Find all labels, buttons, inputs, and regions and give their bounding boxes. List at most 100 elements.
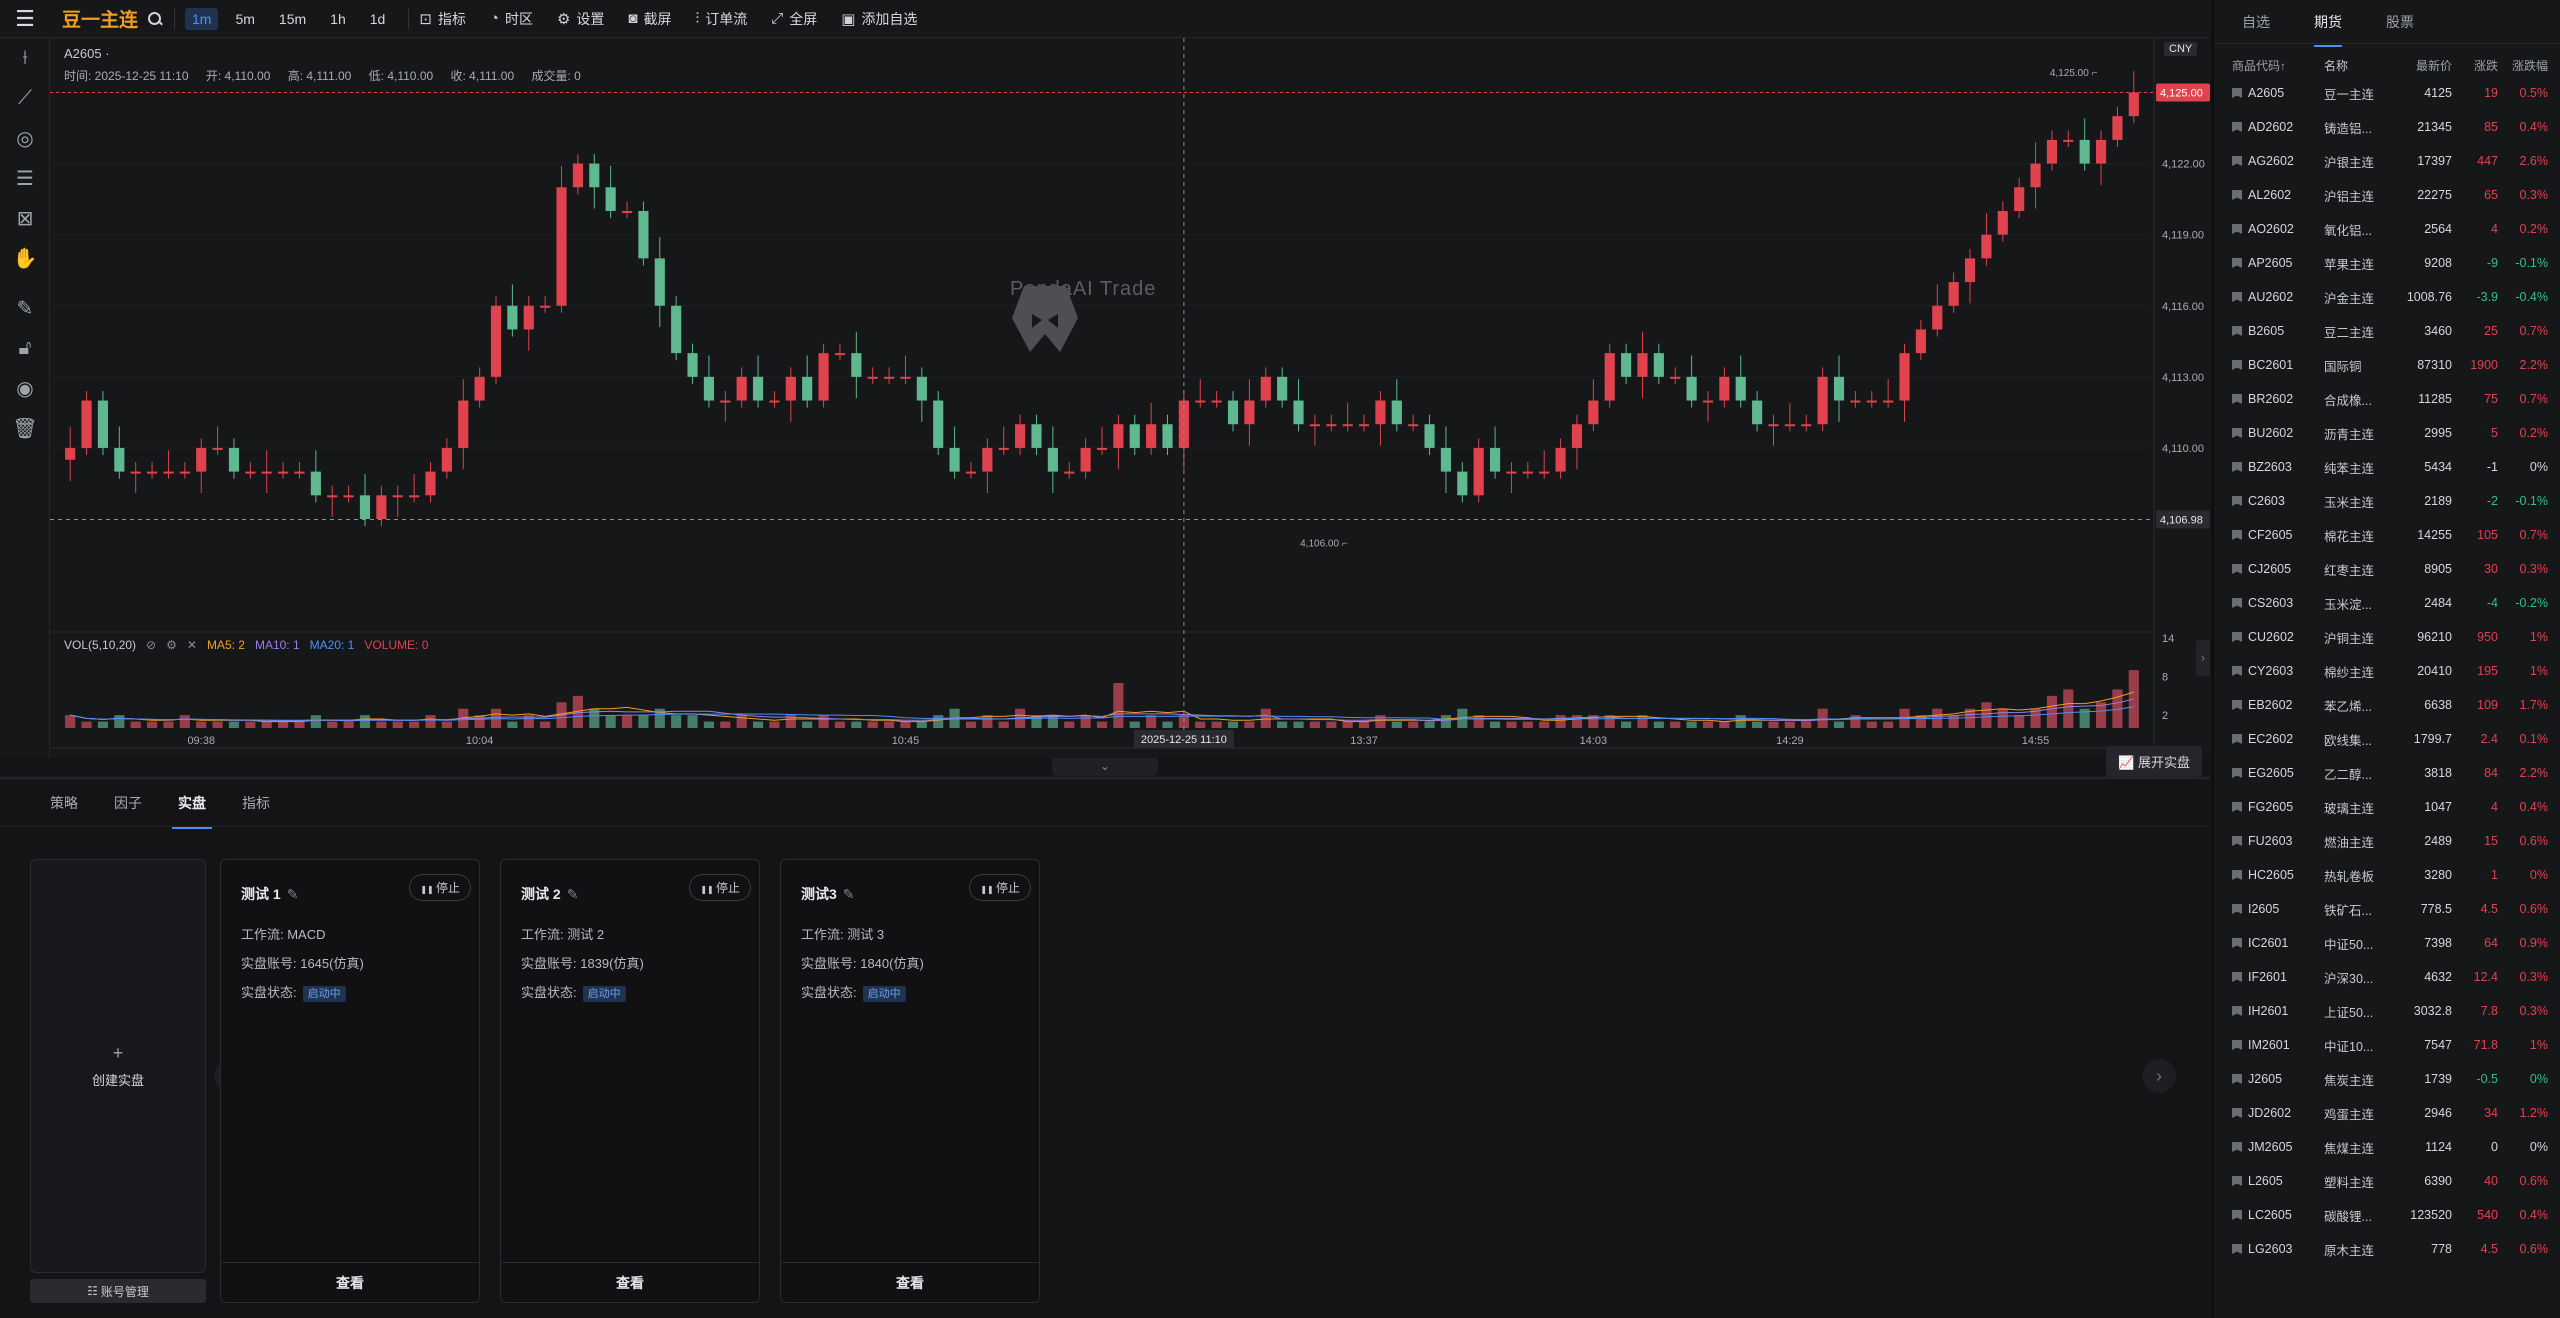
timeframe-5m[interactable]: 5m xyxy=(228,8,261,30)
view-button[interactable]: 查看 xyxy=(781,1262,1039,1302)
bookmark-icon[interactable] xyxy=(2232,496,2242,506)
price-chart[interactable]: 4,110.00 4,113.00 4,116.00 4,119.00 4,122.00… xyxy=(50,38,2210,777)
stop-button[interactable]: ❚❚ 停止 xyxy=(409,874,471,901)
watchlist-row[interactable]: BR2602 合成橡... 11285 75 0.7% xyxy=(2214,382,2560,416)
bookmark-icon[interactable] xyxy=(2232,836,2242,846)
bookmark-icon[interactable] xyxy=(2232,224,2242,234)
bookmark-icon[interactable] xyxy=(2232,360,2242,370)
watchlist-row[interactable]: BZ2603 纯苯主连 5434 -1 0% xyxy=(2214,450,2560,484)
lock-icon[interactable]: 🔓︎ xyxy=(0,328,50,368)
watchlist-row[interactable]: JD2602 鸡蛋主连 2946 34 1.2% xyxy=(2214,1096,2560,1130)
watchlist-row[interactable]: JM2605 焦煤主连 1124 0 0% xyxy=(2214,1130,2560,1164)
close-icon[interactable]: ✕ xyxy=(187,638,197,652)
watchlist-row[interactable]: AG2602 沪银主连 17397 447 2.6% xyxy=(2214,144,2560,178)
watchlist-row[interactable]: FU2603 燃油主连 2489 15 0.6% xyxy=(2214,824,2560,858)
bookmark-icon[interactable] xyxy=(2232,700,2242,710)
gear-icon[interactable]: ⚙ xyxy=(166,638,177,652)
bookmark-icon[interactable] xyxy=(2232,1074,2242,1084)
bookmark-icon[interactable] xyxy=(2232,632,2242,642)
bookmark-icon[interactable] xyxy=(2232,326,2242,336)
timeframe-1h[interactable]: 1h xyxy=(323,8,353,30)
bookmark-icon[interactable] xyxy=(2232,190,2242,200)
symbol-title[interactable]: 豆一主连 xyxy=(62,5,138,32)
watchlist-row[interactable]: HC2605 热轧卷板 3280 1 0% xyxy=(2214,858,2560,892)
bookmark-icon[interactable] xyxy=(2232,734,2242,744)
watchlist-row[interactable]: AO2602 氧化铝... 2564 4 0.2% xyxy=(2214,212,2560,246)
bookmark-icon[interactable] xyxy=(2232,292,2242,302)
bookmark-icon[interactable] xyxy=(2232,666,2242,676)
header-code[interactable]: 商品代码↑ xyxy=(2214,57,2324,74)
bookmark-icon[interactable] xyxy=(2232,802,2242,812)
crosshair-icon[interactable]: ⟊ xyxy=(0,38,50,78)
watchlist-row[interactable]: CS2603 玉米淀... 2484 -4 -0.2% xyxy=(2214,586,2560,620)
menu-icon[interactable]: ☰ xyxy=(0,0,50,38)
watchlist-tab[interactable]: 自选 xyxy=(2242,12,2270,32)
indicator-button[interactable]: ⊡ 指标 xyxy=(419,9,466,29)
timeframe-15m[interactable]: 15m xyxy=(272,8,313,30)
watchlist-row[interactable]: L2605 塑料主连 6390 40 0.6% xyxy=(2214,1164,2560,1198)
bookmark-icon[interactable] xyxy=(2232,1108,2242,1118)
watchlist-row[interactable]: BC2601 国际铜 87310 1900 2.2% xyxy=(2214,348,2560,382)
header-chg[interactable]: 涨跌 xyxy=(2452,57,2498,74)
bookmark-icon[interactable] xyxy=(2232,598,2242,608)
watchlist-tab[interactable]: 股票 xyxy=(2386,12,2414,32)
add-favorite-button[interactable]: ▣ 添加自选 xyxy=(841,9,917,29)
create-live-card[interactable]: + 创建实盘 xyxy=(30,859,206,1273)
camera-button[interactable]: ◙ 截屏 xyxy=(628,9,671,29)
bookmark-icon[interactable] xyxy=(2232,904,2242,914)
ruler-icon[interactable]: ✎ xyxy=(0,288,50,328)
bookmark-icon[interactable] xyxy=(2232,88,2242,98)
bookmark-icon[interactable] xyxy=(2232,1142,2242,1152)
trash-icon[interactable]: 🗑︎ xyxy=(0,408,50,448)
bookmark-icon[interactable] xyxy=(2232,972,2242,982)
header-name[interactable]: 名称 xyxy=(2324,57,2388,74)
watchlist-row[interactable]: CJ2605 红枣主连 8905 30 0.3% xyxy=(2214,552,2560,586)
orderflow-button[interactable]: ⫶ 订单流 xyxy=(695,9,747,29)
bookmark-icon[interactable] xyxy=(2232,1040,2242,1050)
trendline-icon[interactable]: ⟋ xyxy=(0,78,50,118)
account-manage-button[interactable]: ☷ 账号管理 xyxy=(30,1279,206,1303)
bottom-tab[interactable]: 实盘 xyxy=(172,793,212,829)
watchlist-row[interactable]: IH2601 上证50... 3032.8 7.8 0.3% xyxy=(2214,994,2560,1028)
watchlist-row[interactable]: A2605 豆一主连 4125 19 0.5% xyxy=(2214,76,2560,110)
watchlist-row[interactable]: EG2605 乙二醇... 3818 84 2.2% xyxy=(2214,756,2560,790)
circle-tool-icon[interactable]: ◎ xyxy=(0,118,50,158)
region-button[interactable]: ◔ 时区 xyxy=(490,9,533,29)
watchlist-row[interactable]: AD2602 铸造铝... 21345 85 0.4% xyxy=(2214,110,2560,144)
bookmark-icon[interactable] xyxy=(2232,1244,2242,1254)
bookmark-icon[interactable] xyxy=(2232,394,2242,404)
bookmark-icon[interactable] xyxy=(2232,768,2242,778)
view-button[interactable]: 查看 xyxy=(221,1262,479,1302)
edit-icon[interactable]: ✎ xyxy=(567,886,579,902)
bookmark-icon[interactable] xyxy=(2232,428,2242,438)
bookmark-icon[interactable] xyxy=(2232,1176,2242,1186)
bookmark-icon[interactable] xyxy=(2232,1006,2242,1016)
edit-icon[interactable]: ✎ xyxy=(287,886,299,902)
watchlist-row[interactable]: B2605 豆二主连 3460 25 0.7% xyxy=(2214,314,2560,348)
watchlist-row[interactable]: IM2601 中证10... 7547 71.8 1% xyxy=(2214,1028,2560,1062)
timeframe-1m[interactable]: 1m xyxy=(185,7,219,30)
gear-button[interactable]: ⚙ 设置 xyxy=(557,9,604,29)
bottom-tab[interactable]: 指标 xyxy=(242,793,270,813)
eye-off-icon[interactable]: ⊘ xyxy=(146,638,156,652)
bookmark-icon[interactable] xyxy=(2232,564,2242,574)
watchlist-row[interactable]: IC2601 中证50... 7398 64 0.9% xyxy=(2214,926,2560,960)
watchlist-row[interactable]: BU2602 沥青主连 2995 5 0.2% xyxy=(2214,416,2560,450)
watchlist-row[interactable]: IF2601 沪深30... 4632 12.4 0.3% xyxy=(2214,960,2560,994)
stop-button[interactable]: ❚❚ 停止 xyxy=(969,874,1031,901)
watchlist-row[interactable]: AP2605 苹果主连 9208 -9 -0.1% xyxy=(2214,246,2560,280)
edit-icon[interactable]: ✎ xyxy=(843,886,855,902)
watchlist-row[interactable]: AL2602 沪铝主连 22275 65 0.3% xyxy=(2214,178,2560,212)
search-icon[interactable] xyxy=(146,10,164,28)
hand-icon[interactable]: ✋ xyxy=(0,238,50,278)
bookmark-icon[interactable] xyxy=(2232,530,2242,540)
view-button[interactable]: 查看 xyxy=(501,1262,759,1302)
pattern-icon[interactable]: ⊠ xyxy=(0,198,50,238)
fullscreen-button[interactable]: ⤢ 全屏 xyxy=(771,9,817,29)
watchlist-row[interactable]: LC2605 碳酸锂... 123520 540 0.4% xyxy=(2214,1198,2560,1232)
next-arrow-icon[interactable]: › xyxy=(2142,1059,2176,1093)
bookmark-icon[interactable] xyxy=(2232,938,2242,948)
watchlist-row[interactable]: CF2605 棉花主连 14255 105 0.7% xyxy=(2214,518,2560,552)
bookmark-icon[interactable] xyxy=(2232,122,2242,132)
chevron-down-icon[interactable]: ⌄ xyxy=(1052,758,1158,776)
